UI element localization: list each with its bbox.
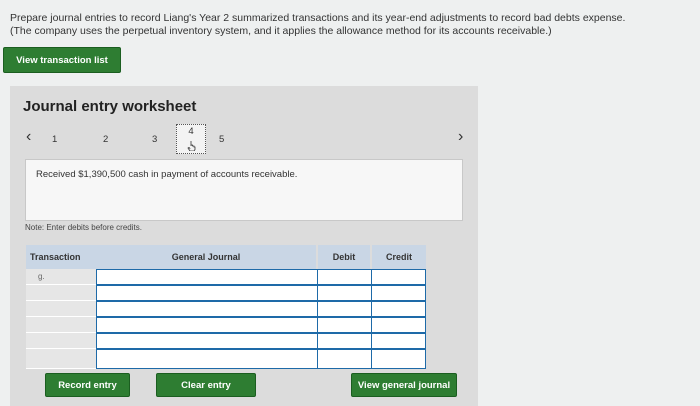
debit-input[interactable] — [317, 317, 372, 333]
instructions-line-1: Prepare journal entries to record Liang'… — [10, 12, 626, 24]
header-general-journal: General Journal — [96, 245, 316, 269]
credit-input[interactable] — [371, 301, 426, 317]
account-input[interactable] — [96, 349, 318, 369]
page: Prepare journal entries to record Liang'… — [0, 0, 700, 406]
header-transaction: Transaction — [26, 245, 96, 269]
row-transaction-cell: g. — [26, 269, 96, 285]
page-link-3[interactable]: 3 — [152, 134, 157, 145]
transaction-description: Received $1,390,500 cash in payment of a… — [36, 169, 298, 180]
credit-input[interactable] — [371, 349, 426, 369]
row-transaction-cell — [26, 333, 96, 349]
account-input[interactable] — [96, 269, 318, 285]
debit-input[interactable] — [317, 285, 372, 301]
row-transaction-cell — [26, 285, 96, 301]
page-link-4-label: 4 — [188, 126, 194, 137]
transaction-description-box: Received $1,390,500 cash in payment of a… — [25, 159, 463, 221]
worksheet-panel-edge — [470, 86, 478, 406]
debit-input[interactable] — [317, 349, 372, 369]
instructions: Prepare journal entries to record Liang'… — [10, 12, 690, 38]
chevron-right-icon[interactable]: › — [458, 128, 463, 146]
page-link-1[interactable]: 1 — [52, 134, 57, 145]
debit-input[interactable] — [317, 333, 372, 349]
hand-pointer-icon — [187, 141, 196, 151]
page-link-2[interactable]: 2 — [103, 134, 108, 145]
credit-input[interactable] — [371, 317, 426, 333]
page-link-5[interactable]: 5 — [219, 134, 224, 145]
worksheet-title: Journal entry worksheet — [23, 98, 197, 115]
clear-entry-button[interactable]: Clear entry — [156, 373, 256, 397]
journal-entry-table: Transaction General Journal Debit Credit… — [26, 245, 430, 369]
row-transaction-cell — [26, 317, 96, 333]
entry-note: Note: Enter debits before credits. — [25, 223, 142, 232]
account-input[interactable] — [96, 333, 318, 349]
debit-input[interactable] — [317, 301, 372, 317]
instructions-line-2: (The company uses the perpetual inventor… — [10, 25, 552, 37]
page-link-4-active[interactable]: 4 — [176, 124, 206, 154]
debit-input[interactable] — [317, 269, 372, 285]
view-transaction-list-button[interactable]: View transaction list — [3, 47, 121, 73]
row-transaction-cell — [26, 349, 96, 369]
account-input[interactable] — [96, 301, 318, 317]
chevron-left-icon[interactable]: ‹ — [26, 128, 31, 146]
account-input[interactable] — [96, 285, 318, 301]
credit-input[interactable] — [371, 333, 426, 349]
header-credit: Credit — [372, 245, 426, 269]
header-debit: Debit — [318, 245, 370, 269]
account-input[interactable] — [96, 317, 318, 333]
record-entry-button[interactable]: Record entry — [45, 373, 130, 397]
credit-input[interactable] — [371, 285, 426, 301]
row-transaction-cell — [26, 301, 96, 317]
view-general-journal-button[interactable]: View general journal — [351, 373, 457, 397]
credit-input[interactable] — [371, 269, 426, 285]
worksheet-pager: ‹ 1 2 3 4 5 — [26, 124, 226, 154]
journal-entry-worksheet: Journal entry worksheet ‹ 1 2 3 4 5 Rece… — [10, 86, 470, 406]
